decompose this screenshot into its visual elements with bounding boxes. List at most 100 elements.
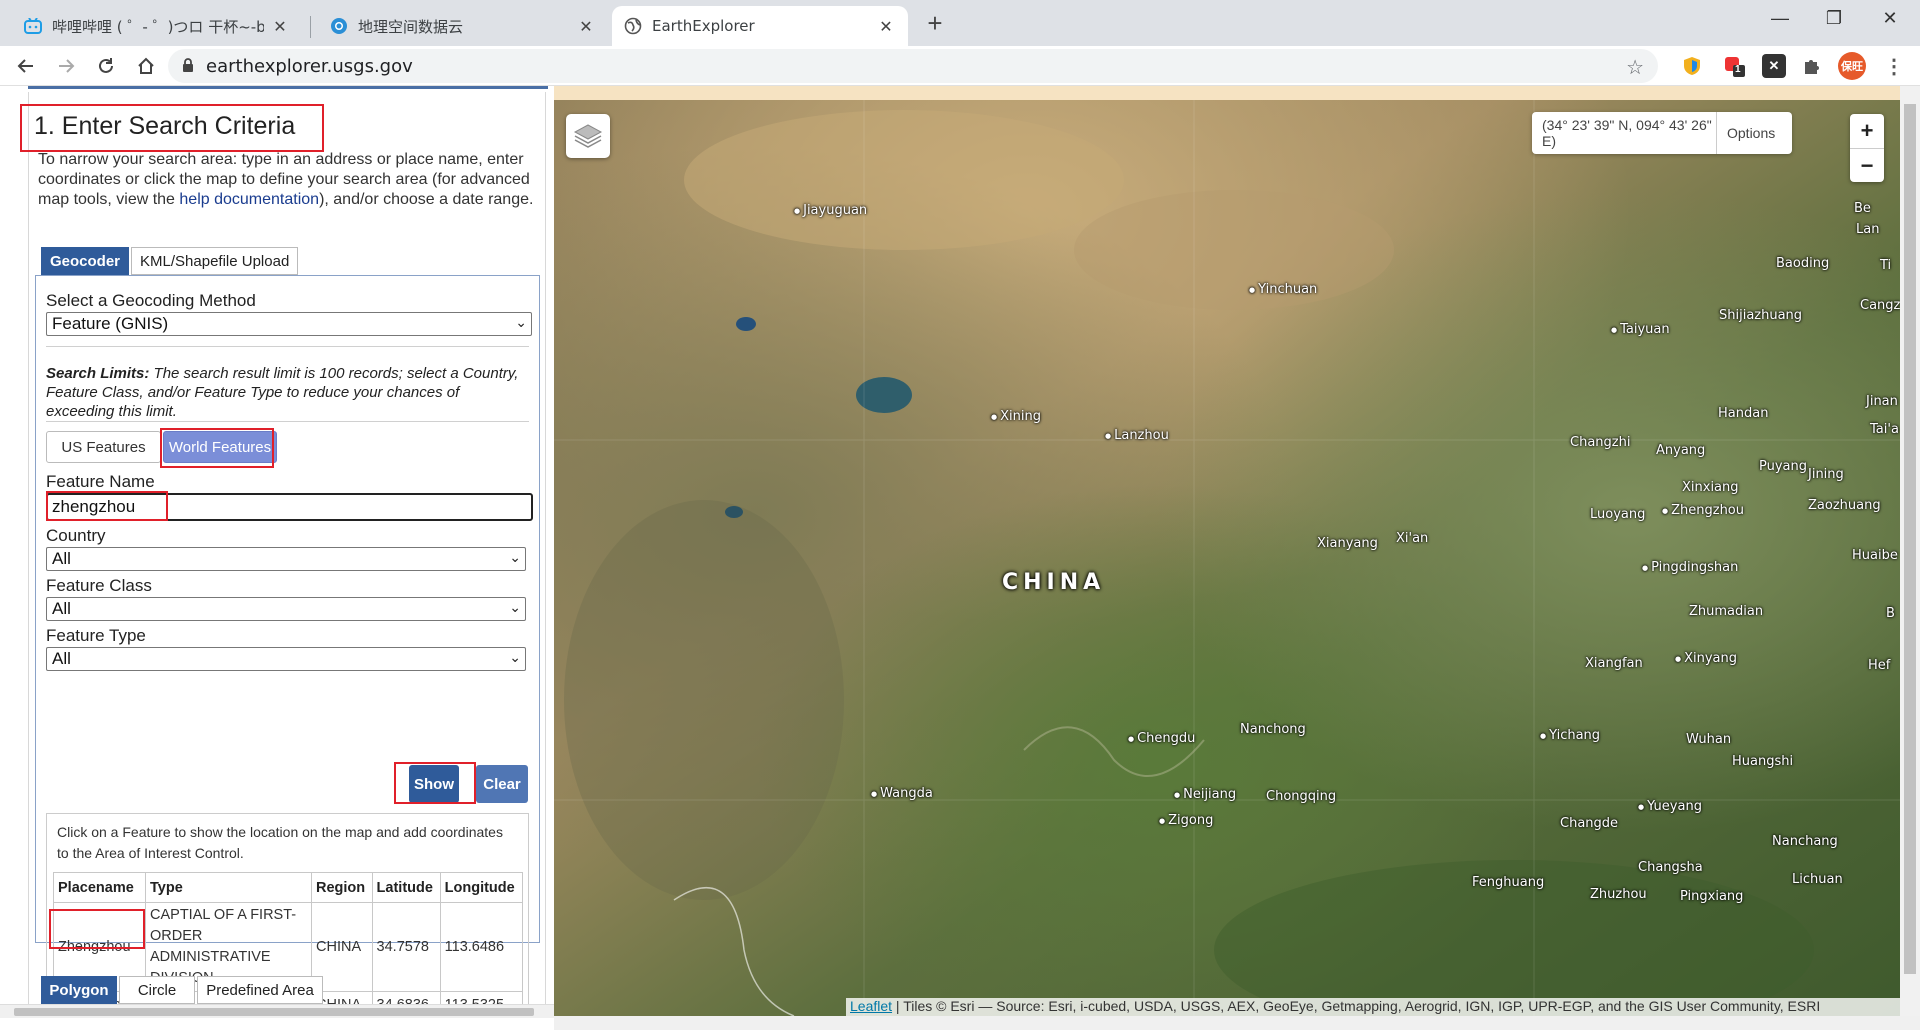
geocoding-method-select[interactable]: Feature (GNIS) ⌄ [46,312,532,336]
tab-title: EarthExplorer [652,17,755,35]
map-place-label: Xi'an [1396,531,1429,546]
feature-type-value: All [52,649,71,668]
map-place-label: Taiyuan [1611,322,1670,337]
extension-badge-icon[interactable]: 1 [1722,54,1746,78]
feature-class-label: Feature Class [46,576,152,595]
map-place-label: Xinxiang [1682,480,1739,495]
description-text-end: ), and/or choose a date range. [319,191,534,208]
tab-close-icon[interactable]: ✕ [270,16,290,36]
tab-gscloud[interactable]: 地理空间数据云 ✕ [318,6,608,46]
country-label: Country [46,526,106,545]
reload-icon[interactable] [90,50,122,82]
country-select[interactable]: All ⌄ [46,547,526,571]
map-place-label: Xiangfan [1585,656,1643,671]
map-place-label: Neijiang [1174,787,1236,802]
map-place-label: Anyang [1656,443,1706,458]
page-vertical-scrollbar[interactable] [1900,86,1920,1016]
new-tab-button[interactable]: + [920,8,950,38]
browser-tabbar: 哔哩哔哩 ( ゜- ゜)つロ 干杯~-bili ✕ 地理空间数据云 ✕ Eart… [0,0,1920,46]
map-place-label: Puyang [1759,459,1808,474]
clear-button[interactable]: Clear [476,765,528,803]
zoom-out-button[interactable]: − [1850,148,1884,182]
geocoder-tabs: Geocoder KML/Shapefile Upload [41,247,300,275]
scrollbar-thumb[interactable] [14,1008,534,1016]
tab-kml-upload[interactable]: KML/Shapefile Upload [131,247,299,275]
map-place-label: Nanchang [1772,834,1838,849]
results-message: Click on a Feature to show the location … [57,824,503,861]
map-place-label: Nanchong [1240,722,1306,737]
map-place-label: Huangshi [1732,754,1794,769]
map-place-label: Shijiazhuang [1719,308,1803,323]
map-place-label: Wuhan [1686,732,1732,747]
map-place-label: Zaozhuang [1808,498,1881,513]
section-title: 1. Enter Search Criteria [20,104,324,152]
tab-polygon[interactable]: Polygon [41,976,117,1004]
menu-kebab-icon[interactable]: ⋮ [1882,54,1906,78]
tab-title: 地理空间数据云 [358,17,464,36]
column-header: Type [145,872,312,903]
tab-close-icon[interactable]: ✕ [576,16,596,36]
extension-x-icon[interactable]: ✕ [1762,54,1786,78]
address-bar[interactable]: earthexplorer.usgs.gov ☆ [168,49,1658,83]
window-close-icon[interactable]: ✕ [1860,0,1920,36]
maximize-icon[interactable]: ❐ [1804,0,1864,36]
profile-avatar[interactable]: 保旺 [1838,52,1866,80]
column-header: Latitude [371,872,441,903]
map-place-label: Pingdingshan [1642,560,1738,575]
highlight-box [46,491,168,521]
map-place-label: Zhengzhou [1662,503,1744,518]
map-place-label: Xianyang [1317,536,1378,551]
map-place-label: Xinyang [1675,651,1737,666]
longitude-cell: 113.5325 [439,991,524,1004]
tab-circle[interactable]: Circle [119,976,195,1004]
extension-badge-count: 1 [1735,64,1741,75]
map-place-label: B [1886,606,1895,621]
geocoding-method-value: Feature (GNIS) [52,314,169,333]
help-documentation-link[interactable]: help documentation [179,191,319,208]
bookmark-star-icon[interactable]: ☆ [1626,55,1644,80]
zoom-in-button[interactable]: + [1850,114,1884,148]
forward-icon[interactable] [50,50,82,82]
map-place-label: Changsha [1638,860,1703,875]
feature-class-select[interactable]: All ⌄ [46,597,526,621]
page-horizontal-scrollbar[interactable] [554,1016,1920,1030]
tab-close-icon[interactable]: ✕ [876,16,896,36]
map-place-label: Cangz [1860,298,1900,313]
map-place-label: Zhumadian [1689,604,1764,619]
map-place-label: Yichang [1540,728,1600,743]
map-place-label: Chengdu [1128,731,1195,746]
scrollbar-thumb[interactable] [1904,104,1916,974]
tab-geocoder[interactable]: Geocoder [41,247,130,275]
layers-icon[interactable] [566,114,610,158]
highlight-box [394,762,476,804]
map-place-label: Zigong [1159,813,1213,828]
column-header: Region [311,872,373,903]
feature-type-label: Feature Type [46,626,146,645]
panel-horizontal-scrollbar[interactable] [0,1004,554,1018]
geocoder-box: Select a Geocoding Method Feature (GNIS)… [35,275,540,1004]
tab-earthexplorer[interactable]: EarthExplorer ✕ [612,6,908,46]
satellite-imagery [554,100,1900,1016]
feature-type-select[interactable]: All ⌄ [46,647,526,671]
extensions-puzzle-icon[interactable] [1800,54,1824,78]
bilibili-icon [24,17,42,35]
extension-shield-icon[interactable] [1680,54,1704,78]
tab-predefined-area[interactable]: Predefined Area [197,976,323,1004]
home-icon[interactable] [130,50,162,82]
map-place-label: Hef [1868,658,1891,673]
map-place-label: Jining [1808,467,1844,482]
tab-bilibili[interactable]: 哔哩哔哩 ( ゜- ゜)つロ 干杯~-bili ✕ [12,6,302,46]
leaflet-link[interactable]: Leaflet [850,998,892,1014]
map-place-label: Jinan [1866,394,1898,409]
map-view[interactable]: (34° 23' 39" N, 094° 43' 26" E) Options … [554,86,1900,1016]
map-place-label: Huaibe [1852,548,1898,563]
map-place-label: Handan [1718,406,1769,421]
us-features-toggle[interactable]: US Features [46,431,161,463]
back-icon[interactable] [10,50,42,82]
section-description: To narrow your search area: type in an a… [38,150,536,210]
highlight-box [49,909,145,949]
options-button[interactable]: Options [1716,112,1775,154]
latitude-cell: 34.6836 [371,991,441,1004]
chevron-down-icon: ⌄ [515,314,527,330]
minimize-icon[interactable]: — [1750,0,1810,36]
